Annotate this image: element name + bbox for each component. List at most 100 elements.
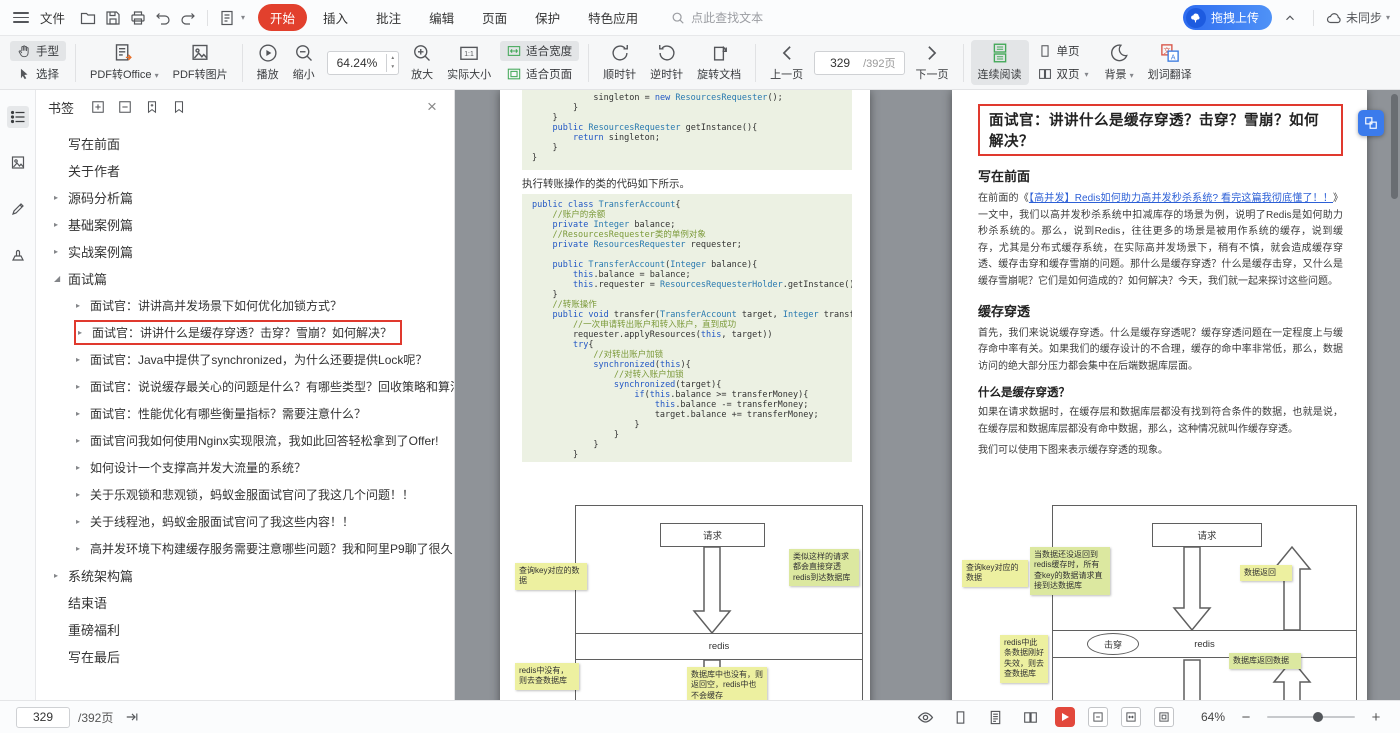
double-page-button[interactable]: 双页 ▾ [1031, 64, 1096, 84]
rotate-document-button[interactable]: 旋转文档 [690, 40, 748, 85]
word-translate-button[interactable]: 文A 划词翻译 [1141, 40, 1199, 85]
disclosure-triangle-icon[interactable]: ▸ [52, 193, 68, 202]
bookmark-item[interactable]: ▸源码分析篇 [36, 184, 454, 211]
bookmark-item[interactable]: 重磅福利 [36, 616, 454, 643]
fit-width-button[interactable]: 适合宽度 [500, 41, 579, 61]
bookmark-item[interactable]: ▸实战案例篇 [36, 238, 454, 265]
pdf-to-office-button[interactable]: PDF转Office ▾ [83, 40, 166, 85]
bookmark-item[interactable]: ▸高并发环境下构建缓存服务需要注意哪些问题？我和阿里P9聊了很久！ [36, 535, 454, 562]
actual-size-button[interactable]: 1:1 实际大小 [440, 40, 498, 85]
disclosure-triangle-icon[interactable]: ▸ [52, 247, 68, 256]
disclosure-triangle-icon[interactable]: ▸ [74, 436, 90, 445]
bookmark-item[interactable]: ▸面试官：讲讲高并发场景下如何优化加锁方式？ [36, 292, 454, 319]
bookmark-item[interactable]: 结束语 [36, 589, 454, 616]
disclosure-triangle-icon[interactable]: ▸ [52, 571, 68, 580]
background-button[interactable]: 背景 ▾ [1098, 40, 1141, 85]
tab-home[interactable]: 开始 [258, 4, 307, 31]
bookmark-item[interactable]: 写在最后 [36, 643, 454, 670]
zoom-out-button[interactable]: − [1238, 709, 1254, 726]
sync-status[interactable]: 未同步 ▾ [1326, 9, 1390, 26]
expand-all-icon[interactable] [89, 98, 107, 116]
disclosure-triangle-icon[interactable]: ▸ [74, 355, 90, 364]
zoom-slider-knob[interactable] [1313, 712, 1323, 722]
main-menu-icon[interactable] [10, 7, 32, 29]
goto-page-icon[interactable] [121, 706, 143, 728]
disclosure-triangle-icon[interactable]: ▸ [74, 544, 90, 553]
bookmark-item[interactable]: ▸面试官：说说缓存最关心的问题是什么？有哪些类型？回收策略和算法？ [36, 373, 454, 400]
drag-upload-button[interactable]: 拖拽上传 [1183, 5, 1272, 30]
fit-page-toggle-icon[interactable] [1154, 707, 1174, 727]
pdf-to-image-button[interactable]: PDF转图片 [166, 40, 235, 85]
zoom-value-box[interactable]: 64.24% ▴▾ [327, 51, 399, 75]
bookmark-item[interactable]: 写在前面 [36, 130, 454, 157]
play-button[interactable]: 播放 [250, 40, 286, 85]
bookmark-item[interactable]: ▸面试官：讲讲什么是缓存穿透？击穿？雪崩？如何解决？ [36, 319, 454, 346]
fit-width-toggle-icon[interactable] [1121, 707, 1141, 727]
hand-tool-button[interactable]: 手型 [10, 41, 66, 61]
bookmark-item[interactable]: ▸如何设计一个支撑高并发大流量的系统？ [36, 454, 454, 481]
rotate-counterclockwise-button[interactable]: 逆时针 [643, 40, 690, 85]
floating-tools-widget[interactable] [1358, 110, 1384, 136]
attachment-panel-icon[interactable] [7, 244, 29, 266]
spinner-up-icon[interactable]: ▴ [387, 54, 398, 63]
continuous-view-icon[interactable] [985, 706, 1007, 728]
rotate-clockwise-button[interactable]: 顺时针 [596, 40, 643, 85]
zoom-out-button[interactable]: 缩小 [286, 40, 322, 85]
single-page-button[interactable]: 单页 [1031, 41, 1096, 61]
bookmark-item[interactable]: ▸面试官问我如何使用Nginx实现限流，我如此回答轻松拿到了Offer! [36, 427, 454, 454]
bookmark-item[interactable]: 关于作者 [36, 157, 454, 184]
double-page-view-icon[interactable] [1020, 706, 1042, 728]
tab-special-apps[interactable]: 特色应用 [576, 4, 650, 31]
next-page-button[interactable]: 下一页 [909, 40, 956, 85]
page-number-box[interactable]: /392页 [814, 51, 904, 75]
bookmark-item[interactable]: ▸面试官：Java中提供了synchronized，为什么还要提供Lock呢？ [36, 346, 454, 373]
presentation-play-button[interactable] [1055, 707, 1075, 727]
disclosure-triangle-icon[interactable]: ▸ [74, 382, 90, 391]
redo-icon[interactable] [177, 7, 199, 29]
disclosure-triangle-icon[interactable]: ▸ [74, 301, 90, 310]
disclosure-triangle-icon[interactable]: ▸ [76, 328, 92, 337]
tab-protect[interactable]: 保护 [523, 4, 572, 31]
bookmark-item[interactable]: ▸关于乐观锁和悲观锁，蚂蚁金服面试官问了我这几个问题！！ [36, 481, 454, 508]
fit-page-button[interactable]: 适合页面 [500, 64, 579, 84]
file-menu[interactable]: 文件 [40, 8, 65, 27]
single-page-view-icon[interactable] [950, 706, 972, 728]
annotation-panel-icon[interactable] [7, 198, 29, 220]
close-panel-icon[interactable]: × [422, 97, 442, 117]
page-number-input[interactable] [823, 56, 857, 70]
disclosure-triangle-icon[interactable]: ▸ [74, 463, 90, 472]
save-icon[interactable] [102, 7, 124, 29]
print-icon[interactable] [127, 7, 149, 29]
bookmark-item[interactable]: ▸面试官：性能优化有哪些衡量指标？需要注意什么？ [36, 400, 454, 427]
locate-bookmark-icon[interactable] [170, 98, 188, 116]
bookmarks-panel-icon[interactable] [7, 106, 29, 128]
spinner-down-icon[interactable]: ▾ [387, 63, 398, 72]
tab-page[interactable]: 页面 [470, 4, 519, 31]
actual-size-toggle-icon[interactable] [1088, 707, 1108, 727]
bookmark-item[interactable]: ▸基础案例篇 [36, 211, 454, 238]
disclosure-triangle-icon[interactable]: ▸ [52, 220, 68, 229]
zoom-in-button[interactable]: + [1368, 709, 1384, 726]
zoom-slider[interactable] [1267, 716, 1355, 718]
zoom-value[interactable]: 64.24% [328, 56, 387, 70]
select-tool-button[interactable]: 选择 [10, 64, 66, 84]
disclosure-triangle-icon[interactable]: ▸ [74, 517, 90, 526]
article-link[interactable]: 【高并发】Redis如何助力高并发秒杀系统? 看完这篇我彻底懂了！！ [1029, 193, 1333, 204]
vertical-scrollbar[interactable] [1390, 90, 1398, 700]
eye-protection-icon[interactable] [915, 706, 937, 728]
previous-page-button[interactable]: 上一页 [763, 40, 810, 85]
open-file-icon[interactable] [77, 7, 99, 29]
tab-edit[interactable]: 编辑 [417, 4, 466, 31]
bookmark-item[interactable]: ▸系统架构篇 [36, 562, 454, 589]
scrollbar-thumb[interactable] [1391, 94, 1398, 199]
bookmark-item[interactable]: ◢面试篇 [36, 265, 454, 292]
document-canvas[interactable]: singleton = new ResourcesRequester(); } … [455, 90, 1400, 700]
add-bookmark-icon[interactable] [143, 98, 161, 116]
disclosure-triangle-icon[interactable]: ▸ [74, 409, 90, 418]
disclosure-triangle-icon[interactable]: ◢ [52, 274, 68, 283]
zoom-spinner[interactable]: ▴▾ [386, 54, 398, 72]
search-box[interactable]: 点此查找文本 [671, 9, 763, 26]
collapse-toolbar-icon[interactable] [1279, 7, 1301, 29]
continuous-reading-button[interactable]: 连续阅读 [971, 40, 1029, 85]
disclosure-triangle-icon[interactable]: ▸ [74, 490, 90, 499]
